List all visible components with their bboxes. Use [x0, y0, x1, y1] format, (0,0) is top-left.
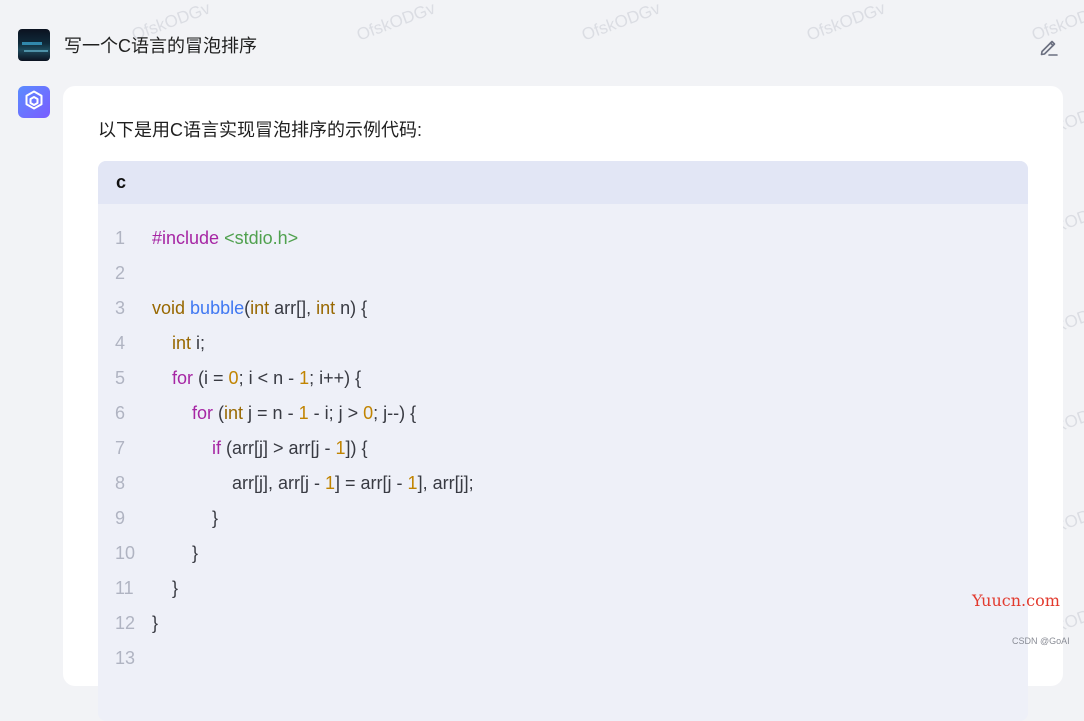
code-token: ] = arr[j - — [335, 473, 408, 493]
code-token: n) { — [335, 298, 368, 318]
code-token: } — [152, 508, 219, 528]
answer-card: 以下是用C语言实现冒泡排序的示例代码: c 1 #include <stdio.h… — [63, 86, 1063, 721]
line-number: 12 — [115, 613, 136, 633]
watermark-text: OfskODGv — [804, 0, 888, 45]
code-token: int — [224, 403, 244, 423]
line-number: 7 — [115, 438, 126, 458]
code-token: arr[], — [269, 298, 317, 318]
code-token: int — [316, 298, 336, 318]
line-number: 4 — [115, 333, 126, 353]
line-number: 5 — [115, 368, 126, 388]
code-text: } — [152, 606, 158, 641]
answer-intro-text: 以下是用C语言实现冒泡排序的示例代码: — [98, 120, 422, 140]
code-token: } — [152, 613, 159, 633]
code-token: i; — [191, 333, 206, 353]
edit-pencil-icon[interactable] — [1038, 36, 1060, 58]
code-token: int — [172, 333, 192, 353]
code-token: } — [152, 578, 179, 598]
line-number: 1 — [115, 228, 126, 248]
code-token: (arr[j] > arr[j - — [221, 438, 336, 458]
code-line: 13 — [98, 641, 1028, 676]
code-line: 12} — [98, 606, 1028, 641]
code-token: ; i++) { — [309, 368, 362, 388]
code-language-label: c — [98, 161, 1028, 204]
user-question-text: 写一个C语言的冒泡排序 — [64, 36, 257, 56]
code-line: 8 arr[j], arr[j - 1] = arr[j - 1], arr[j… — [98, 466, 1028, 501]
line-number: 13 — [115, 648, 136, 668]
code-text: if (arr[j] > arr[j - 1]) { — [152, 431, 368, 466]
code-token: <stdio.h> — [224, 228, 299, 248]
line-number: 8 — [115, 473, 126, 493]
code-token: } — [152, 543, 199, 563]
code-text: for (int j = n - 1 - i; j > 0; j--) { — [152, 396, 416, 431]
code-line: 4 int i; — [98, 326, 1028, 361]
code-text: int i; — [152, 326, 205, 361]
line-number: 11 — [115, 578, 134, 598]
code-token: 1 — [335, 438, 346, 458]
line-number: 10 — [115, 543, 136, 563]
line-number: 9 — [115, 508, 126, 528]
brand-watermark: Yuucn.com — [972, 591, 1060, 610]
code-token: 1 — [299, 368, 310, 388]
code-text: for (i = 0; i < n - 1; i++) { — [152, 361, 361, 396]
code-token: for — [172, 368, 194, 388]
code-text: } — [152, 571, 178, 606]
code-text: #include <stdio.h> — [152, 221, 298, 256]
code-token: int — [250, 298, 270, 318]
code-token: if — [212, 438, 222, 458]
code-line: 7 if (arr[j] > arr[j - 1]) { — [98, 431, 1028, 466]
footer-credit: CSDN @GoAI — [1012, 636, 1070, 646]
watermark-text: OfskODGv — [354, 0, 438, 45]
line-number: 6 — [115, 403, 126, 423]
code-token: j = n - — [243, 403, 299, 423]
code-text: } — [152, 536, 198, 571]
code-text: } — [152, 501, 218, 536]
code-token: ]) { — [345, 438, 368, 458]
code-token: - i; j > — [308, 403, 364, 423]
code-text: void bubble(int arr[], int n) { — [152, 291, 367, 326]
code-block: c 1 #include <stdio.h> 2 3 void bubble(int a… — [98, 161, 1028, 721]
code-line: 11 } — [98, 571, 1028, 606]
line-number: 2 — [115, 263, 126, 283]
code-token: 0 — [363, 403, 374, 423]
code-token: ; i < n - — [238, 368, 300, 388]
code-line: 1 #include <stdio.h> — [98, 221, 1028, 256]
code-token: 0 — [228, 368, 239, 388]
code-line: 6 for (int j = n - 1 - i; j > 0; j--) { — [98, 396, 1028, 431]
line-number: 3 — [115, 298, 126, 318]
code-token: 1 — [407, 473, 418, 493]
code-line: 2 — [98, 256, 1028, 291]
code-token: bubble — [190, 298, 245, 318]
code-token: 1 — [298, 403, 309, 423]
bot-avatar — [18, 86, 50, 118]
code-line: 9 } — [98, 501, 1028, 536]
code-token: arr[j], arr[j - — [152, 473, 326, 493]
code-token: #include — [152, 228, 220, 248]
code-line: 3 void bubble(int arr[], int n) { — [98, 291, 1028, 326]
code-text: arr[j], arr[j - 1] = arr[j - 1], arr[j]; — [152, 466, 474, 501]
code-body: 1 #include <stdio.h> 2 3 void bubble(int arr… — [98, 204, 1028, 676]
code-token: ; j--) { — [373, 403, 417, 423]
code-line: 10 } — [98, 536, 1028, 571]
code-line: 5 for (i = 0; i < n - 1; i++) { — [98, 361, 1028, 396]
code-token: for — [192, 403, 214, 423]
code-token: (i = — [193, 368, 229, 388]
user-message: 写一个C语言的冒泡排序 — [18, 29, 257, 61]
watermark-text: OfskODGv — [579, 0, 663, 45]
code-token: 1 — [325, 473, 336, 493]
cube-logo-icon — [23, 89, 45, 116]
code-token: void — [152, 298, 186, 318]
code-token: ], arr[j]; — [417, 473, 474, 493]
user-avatar — [18, 29, 50, 61]
code-token: ( — [213, 403, 225, 423]
